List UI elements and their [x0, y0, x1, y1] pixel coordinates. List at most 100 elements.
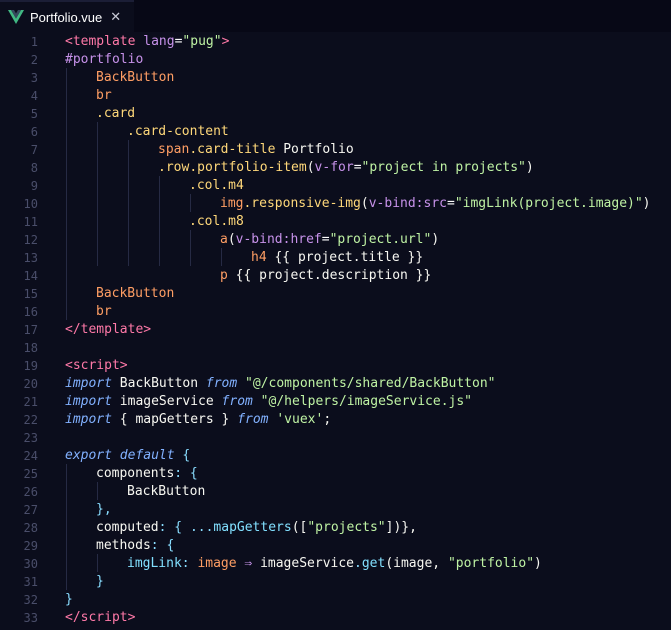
code-line[interactable]: 16 br	[0, 303, 671, 321]
code-text: computed: { ...mapGetters(["projects"])}…	[96, 519, 417, 537]
code-token: p	[220, 268, 228, 283]
code-token: .row	[158, 160, 190, 175]
code-line[interactable]: 12 a(v-bind:href="project.url")	[0, 231, 671, 249]
code-line[interactable]: 10 img.responsive-img(v-bind:src="imgLink…	[0, 195, 671, 213]
code-line[interactable]: 2 #portfolio	[0, 51, 671, 69]
code-line[interactable]: 25 components: {	[0, 465, 671, 483]
code-token: import	[65, 376, 112, 391]
line-number: 1	[30, 35, 38, 49]
code-line[interactable]: 18	[0, 339, 671, 357]
code-line[interactable]: 13 h4 {{ project.title }}	[0, 249, 671, 267]
code-line[interactable]: 21 import imageService from "@/helpers/im…	[0, 393, 671, 411]
code-token: from	[205, 376, 238, 391]
code-token: BackButton	[96, 286, 175, 301]
code-text: span.card-title Portfolio	[158, 141, 354, 159]
code-token: lang	[135, 34, 175, 49]
code-line[interactable]: 28 computed: { ...mapGetters(["projects"]…	[0, 519, 671, 537]
code-editor[interactable]: 1 <template lang="pug"> 2 #portfolio 3 BackBu…	[0, 32, 671, 630]
code-token: methods	[96, 538, 151, 553]
code-token: ([	[291, 520, 308, 535]
code-text: .card-content	[127, 123, 229, 141]
line-number: 30	[23, 557, 38, 571]
code-token: export	[65, 448, 112, 463]
code-line[interactable]: 33 </script>	[0, 609, 671, 627]
code-line[interactable]: 31}	[0, 573, 671, 591]
line-number: 26	[23, 485, 38, 499]
code-line[interactable]: 4 br	[0, 87, 671, 105]
code-token: ⇒	[236, 556, 261, 571]
close-icon[interactable]: ✕	[110, 9, 121, 25]
line-number: 10	[23, 197, 38, 211]
code-line[interactable]: 5 .card	[0, 105, 671, 123]
code-token: >	[127, 610, 136, 625]
code-line[interactable]: 32}	[0, 591, 671, 609]
code-line[interactable]: 26 BackButton	[0, 483, 671, 501]
code-token: "@/helpers/imageService.js"	[252, 394, 473, 409]
code-line[interactable]: 20 import BackButton from "@/components/s…	[0, 375, 671, 393]
code-line[interactable]: 9 .col.m4	[0, 177, 671, 195]
code-token: .m8	[220, 214, 244, 229]
code-text: methods: {	[96, 537, 174, 555]
code-line[interactable]: 11 .col.m8	[0, 213, 671, 231]
code-token: .card	[96, 106, 136, 121]
code-token: : {	[174, 466, 198, 481]
code-token: imgLink	[127, 556, 182, 571]
code-text: BackButton	[96, 285, 174, 303]
line-number: 12	[23, 233, 38, 247]
code-token: : {	[150, 538, 175, 553]
code-line[interactable]: 17 </template>	[0, 321, 671, 339]
code-token: components	[96, 466, 175, 481]
code-token: Portfolio	[275, 142, 354, 157]
code-line[interactable]: 22 import { mapGetters } from 'vuex';	[0, 411, 671, 429]
code-token: .card-content	[127, 124, 229, 139]
code-text: .card	[96, 105, 135, 123]
code-line[interactable]: 7 span.card-title Portfolio	[0, 141, 671, 159]
code-token: mapGetters	[213, 520, 292, 535]
code-token: import	[65, 412, 112, 427]
code-token: =	[353, 160, 362, 175]
code-token: </	[65, 322, 81, 337]
code-token: h4	[251, 250, 267, 265]
code-token: 'vuex'	[268, 412, 324, 427]
code-token: =	[321, 232, 330, 247]
code-token: .card-title	[189, 142, 276, 157]
code-line[interactable]: 8 .row.portfolio-item(v-for="project in p…	[0, 159, 671, 177]
code-text: .col.m4	[189, 177, 244, 195]
code-token: v-bind:href	[235, 232, 322, 247]
code-token: "imgLink(project.image)"	[454, 196, 643, 211]
code-token: "projects"	[307, 520, 386, 535]
code-token: {{ project.description }}	[227, 268, 432, 283]
code-line[interactable]: 30 imgLink: image ⇒ imageService.get(imag…	[0, 555, 671, 573]
code-line[interactable]: 1 <template lang="pug">	[0, 33, 671, 51]
editor-tab-portfolio-vue[interactable]: Portfolio.vue ✕	[0, 0, 134, 32]
code-token: .col	[189, 214, 221, 229]
code-token: imageService	[111, 394, 222, 409]
code-token: br	[96, 88, 112, 103]
code-line[interactable]: 6 .card-content	[0, 123, 671, 141]
code-token: ])},	[385, 520, 417, 535]
code-text: h4 {{ project.title }}	[251, 249, 423, 267]
line-number: 28	[23, 521, 38, 535]
code-token: script	[80, 610, 128, 625]
code-text: components: {	[96, 465, 198, 483]
code-line[interactable]: 3 BackButton	[0, 69, 671, 87]
code-line[interactable]: 23	[0, 429, 671, 447]
code-token: "portfolio"	[447, 556, 535, 571]
code-token: .col	[189, 178, 221, 193]
code-token: #portfolio	[65, 52, 144, 67]
code-token: : {	[158, 520, 190, 535]
code-line[interactable]: 15 BackButton	[0, 285, 671, 303]
line-number: 18	[23, 341, 38, 355]
code-token: script	[72, 358, 120, 373]
line-number: 13	[23, 251, 38, 265]
code-token: (	[360, 196, 369, 211]
code-line[interactable]: 24 export default {	[0, 447, 671, 465]
code-line[interactable]: 14 p {{ project.description }}	[0, 267, 671, 285]
code-line[interactable]: 29 methods: {	[0, 537, 671, 555]
code-text: </template>	[65, 321, 151, 339]
code-line[interactable]: 19 <script>	[0, 357, 671, 375]
code-text: .row.portfolio-item(v-for="project in pr…	[158, 159, 534, 177]
code-token: },	[96, 502, 112, 517]
code-line[interactable]: 27},	[0, 501, 671, 519]
